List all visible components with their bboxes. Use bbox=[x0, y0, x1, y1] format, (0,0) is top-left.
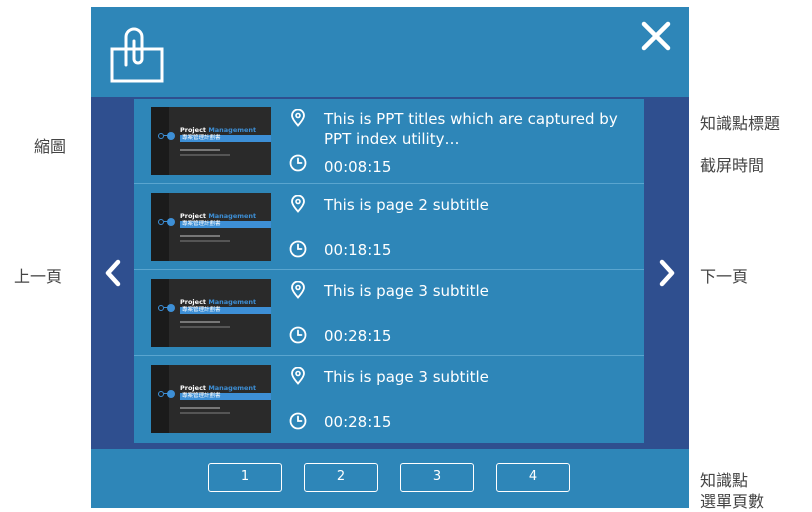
item-time: 00:28:15 bbox=[324, 327, 392, 345]
item-title: This is page 3 subtitle bbox=[324, 368, 489, 386]
page-button-3[interactable]: 3 bbox=[400, 463, 474, 492]
annotation-menu-pages-line2: 選單頁數 bbox=[700, 492, 765, 511]
page-button-1[interactable]: 1 bbox=[208, 463, 282, 492]
annotation-prev-page: 上一頁 bbox=[14, 267, 63, 286]
location-pin-icon bbox=[291, 281, 305, 299]
item-title: This is PPT titles which are captured by… bbox=[324, 110, 618, 148]
list-area: Project Management 專案管理計劃書 This is PPT t… bbox=[91, 97, 689, 449]
clipboard-icon bbox=[110, 27, 164, 83]
item-time: 00:08:15 bbox=[324, 158, 392, 176]
page-button-2[interactable]: 2 bbox=[304, 463, 378, 492]
location-pin-icon bbox=[291, 195, 305, 213]
panel-header bbox=[91, 7, 689, 97]
clock-icon bbox=[289, 154, 307, 172]
slide-thumbnail: Project Management 專案管理計劃書 bbox=[151, 107, 271, 175]
chevron-right-icon[interactable] bbox=[655, 257, 679, 289]
clock-icon bbox=[289, 240, 307, 258]
clock-icon bbox=[289, 412, 307, 430]
chevron-left-icon[interactable] bbox=[101, 257, 125, 289]
list-item[interactable]: Project Management 專案管理計劃書 This is page … bbox=[134, 357, 644, 442]
item-time: 00:18:15 bbox=[324, 241, 392, 259]
close-icon[interactable] bbox=[639, 19, 673, 53]
pagination-bar: 1 2 3 4 bbox=[91, 449, 689, 508]
knowledge-point-panel: Project Management 專案管理計劃書 This is PPT t… bbox=[91, 7, 689, 508]
annotation-thumbnail: 縮圖 bbox=[34, 137, 67, 156]
list-item[interactable]: Project Management 專案管理計劃書 This is page … bbox=[134, 185, 644, 270]
item-title: This is page 2 subtitle bbox=[324, 196, 489, 214]
item-time: 00:28:15 bbox=[324, 413, 392, 431]
slide-thumbnail: Project Management 專案管理計劃書 bbox=[151, 279, 271, 347]
location-pin-icon bbox=[291, 109, 305, 127]
annotation-capture-time: 截屏時間 bbox=[700, 156, 765, 175]
list-item[interactable]: Project Management 專案管理計劃書 This is PPT t… bbox=[134, 99, 644, 184]
slide-thumbnail: Project Management 專案管理計劃書 bbox=[151, 193, 271, 261]
clock-icon bbox=[289, 326, 307, 344]
annotation-next-page: 下一頁 bbox=[700, 267, 749, 286]
location-pin-icon bbox=[291, 367, 305, 385]
page-button-4[interactable]: 4 bbox=[496, 463, 570, 492]
list-item[interactable]: Project Management 專案管理計劃書 This is page … bbox=[134, 271, 644, 356]
slide-thumbnail: Project Management 專案管理計劃書 bbox=[151, 365, 271, 433]
annotation-title: 知識點標題 bbox=[700, 114, 781, 133]
item-title: This is page 3 subtitle bbox=[324, 282, 489, 300]
knowledge-point-list: Project Management 專案管理計劃書 This is PPT t… bbox=[134, 99, 644, 443]
